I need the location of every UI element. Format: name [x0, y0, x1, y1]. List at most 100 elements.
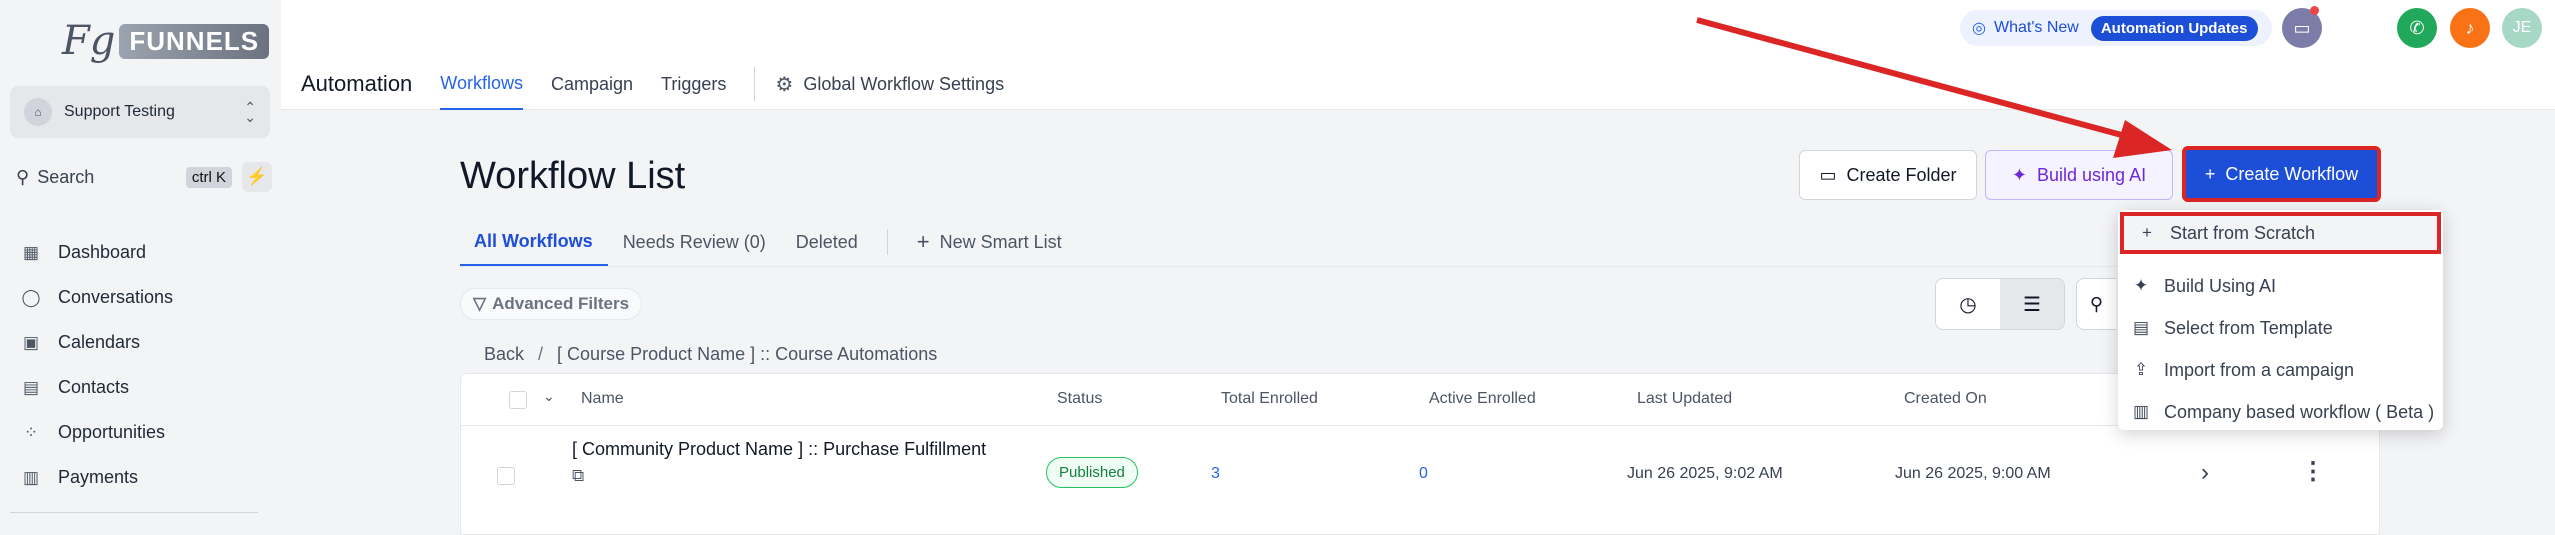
phone-button[interactable]: ✆ [2397, 8, 2437, 48]
menu-item-label: Company based workflow ( Beta ) [2164, 401, 2435, 422]
menu-item-select-from-template[interactable]: ▤ Select from Template [2118, 307, 2443, 349]
workflow-subtabs: All Workflows Needs Review (0) Deleted +… [460, 218, 1077, 266]
created-on-value: Jun 26 2025, 9:00 AM [1895, 465, 2051, 482]
sidebar-divider [10, 512, 258, 513]
workflow-name[interactable]: [ Community Product Name ] :: Purchase F… [572, 439, 986, 460]
menu-item-label: Build Using AI [2164, 275, 2277, 296]
tab-campaign[interactable]: Campaign [551, 58, 633, 110]
build-using-ai-button[interactable]: ✦ Build using AI [1985, 150, 2173, 200]
magic-wand-icon: ✦ [2133, 276, 2149, 295]
tab-global-settings[interactable]: ⚙ Global Workflow Settings [775, 58, 1004, 110]
table-header: ⌄ Name Status Total Enrolled Active Enro… [461, 374, 2379, 426]
calendar-icon: ▣ [22, 332, 40, 352]
tab-workflows[interactable]: Workflows [440, 58, 523, 110]
total-enrolled-link[interactable]: 3 [1211, 465, 1220, 483]
whats-new-pill[interactable]: ◎ What's New Automation Updates [1960, 10, 2272, 46]
search-label: Search [37, 166, 95, 187]
top-nav: Automation Workflows Campaign Triggers ⚙… [301, 58, 1032, 110]
location-name: Support Testing [64, 103, 175, 120]
select-all-checkbox[interactable] [509, 391, 527, 409]
sidebar-item-conversations[interactable]: ◯ Conversations [20, 275, 173, 320]
tab-triggers[interactable]: Triggers [661, 58, 726, 110]
app-logo[interactable]: Fg FUNNELS [62, 18, 270, 64]
template-icon: ▤ [2132, 318, 2150, 337]
column-header-created-on[interactable]: Created On [1904, 390, 1987, 408]
menu-item-import-from-campaign[interactable]: ⇪ Import from a campaign [2118, 349, 2443, 391]
sidebar-item-dashboard[interactable]: ▦ Dashboard [20, 230, 173, 275]
filter-icon: ▽ [473, 294, 487, 313]
menu-item-company-based-workflow[interactable]: ▥ Company based workflow ( Beta ) [2118, 391, 2443, 433]
total-enrolled-value[interactable]: 3 [1211, 465, 1220, 483]
sidebar-item-opportunities[interactable]: ⁘ Opportunities [20, 410, 173, 455]
sidebar-item-label: Dashboard [58, 242, 147, 262]
create-folder-label: Create Folder [1846, 164, 1957, 185]
sidebar-item-calendars[interactable]: ▣ Calendars [20, 320, 173, 365]
contacts-icon: ▤ [22, 377, 40, 397]
clock-icon: ◷ [1959, 293, 1977, 316]
column-header-active-enrolled[interactable]: Active Enrolled [1429, 390, 1536, 408]
create-folder-button[interactable]: ▭ Create Folder [1799, 150, 1977, 200]
phone-icon: ✆ [2409, 17, 2425, 38]
dashboard-icon: ▦ [22, 242, 40, 262]
chevron-right-icon[interactable]: › [2201, 459, 2209, 487]
app-title: Automation [301, 71, 413, 96]
quick-action-bolt-icon[interactable]: ⚡ [242, 162, 272, 192]
search-icon: ⚲ [2089, 293, 2104, 314]
logo-fg: Fg [62, 18, 116, 64]
new-smart-list-button[interactable]: + New Smart List [902, 218, 1077, 266]
search-shortcut: ctrl K [185, 166, 232, 188]
workflow-search-input[interactable]: ⚲ [2076, 278, 2116, 330]
notifications-button[interactable]: ♪ [2450, 8, 2490, 48]
breadcrumb-back[interactable]: Back [484, 344, 524, 365]
menu-item-start-from-scratch[interactable]: + Start from Scratch [2120, 212, 2441, 254]
column-header-last-updated[interactable]: Last Updated [1637, 390, 1732, 408]
column-header-total-enrolled[interactable]: Total Enrolled [1221, 390, 1318, 408]
nav-divider [754, 67, 756, 101]
sidebar-item-contacts[interactable]: ▤ Contacts [20, 365, 173, 410]
menu-item-build-using-ai[interactable]: ✦ Build Using AI [2118, 265, 2443, 307]
chevron-down-icon[interactable]: ⌄ [543, 388, 555, 405]
row-checkbox[interactable] [497, 467, 515, 485]
megaphone-icon: ◎ [1972, 20, 1986, 37]
notification-dot [2310, 6, 2319, 15]
advanced-filters-button[interactable]: ▽ Advanced Filters [460, 288, 643, 320]
sidebar-search[interactable]: ⚲ Search ctrl K ⚡ [16, 162, 272, 192]
table-row[interactable]: [ Community Product Name ] :: Purchase F… [461, 427, 2379, 527]
column-header-name[interactable]: Name [581, 390, 624, 408]
menu-item-label: Import from a campaign [2164, 359, 2355, 380]
chat-icon: ▭ [2293, 17, 2311, 38]
sidebar-item-label: Conversations [58, 287, 174, 307]
tab-all-workflows[interactable]: All Workflows [460, 218, 608, 266]
column-header-status[interactable]: Status [1057, 390, 1102, 408]
more-options-icon[interactable]: ⋮ [2301, 457, 2325, 486]
logo-text: FUNNELS [119, 23, 270, 59]
sparkle-icon: ✦ [2011, 164, 2027, 185]
clock-view-button[interactable]: ◷ [1936, 279, 2000, 329]
subtabs-underline [460, 266, 2380, 267]
active-enrolled-link[interactable]: 0 [1419, 465, 1428, 483]
plus-icon: + [916, 229, 930, 254]
create-workflow-label: Create Workflow [2225, 163, 2359, 184]
location-switcher[interactable]: ⌂ Support Testing ⌃ ⌄ [10, 86, 270, 138]
chevron-updown-icon: ⌃ ⌄ [244, 99, 256, 125]
sidebar-item-label: Payments [58, 467, 139, 487]
status-badge: Published [1046, 457, 1138, 488]
create-workflow-button[interactable]: + Create Workflow [2182, 146, 2381, 202]
automation-updates-button[interactable]: Automation Updates [2090, 15, 2258, 41]
external-link-icon[interactable]: ⧉ [572, 466, 584, 486]
menu-item-label: Select from Template [2164, 317, 2333, 338]
list-view-button[interactable]: ☰ [2000, 279, 2064, 329]
list-icon: ☰ [2023, 293, 2041, 316]
tab-deleted[interactable]: Deleted [781, 218, 873, 266]
company-icon: ▥ [2132, 402, 2150, 421]
folder-icon: ▭ [1819, 164, 1837, 185]
active-enrolled-value[interactable]: 0 [1419, 465, 1428, 483]
global-settings-label: Global Workflow Settings [803, 73, 1005, 94]
user-avatar[interactable]: JE [2502, 8, 2542, 48]
sidebar-item-payments[interactable]: ▥ Payments [20, 455, 173, 500]
tab-needs-review[interactable]: Needs Review (0) [608, 218, 781, 266]
checkbox-box [509, 391, 527, 409]
workflow-table: ⌄ Name Status Total Enrolled Active Enro… [460, 373, 2380, 535]
checkbox-box [497, 467, 515, 485]
search-icon: ⚲ [16, 166, 30, 187]
